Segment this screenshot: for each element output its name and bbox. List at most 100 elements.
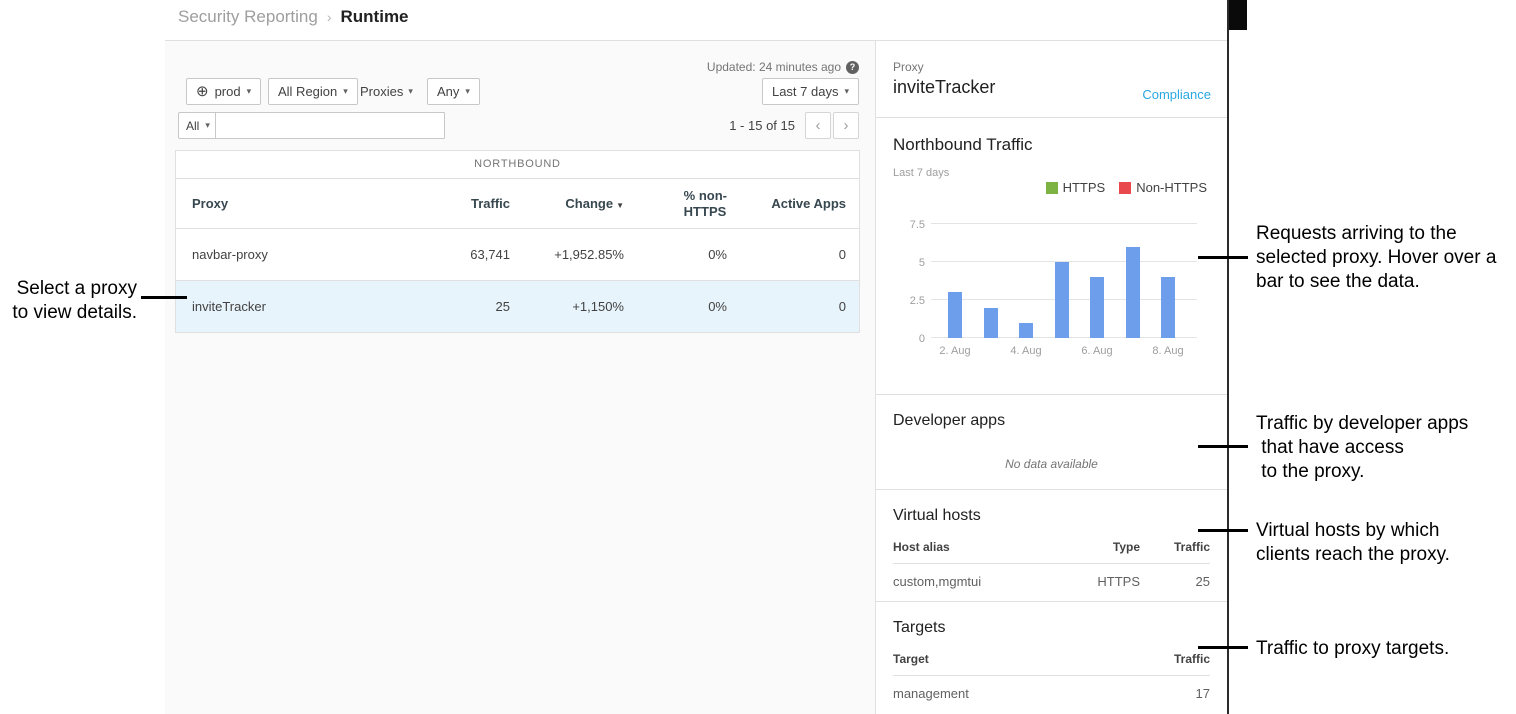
proxy-table: NORTHBOUND Proxy Traffic Change▼ % non- … [175, 150, 860, 333]
virtual-hosts-header-row: Host alias Type Traffic [893, 540, 1210, 564]
proxies-dropdown[interactable]: Proxies ▾ [360, 78, 413, 105]
chart-bar-7-aug[interactable] [1126, 247, 1140, 338]
region-dropdown-label: All Region [278, 84, 337, 99]
chart-y-tick-label: 5 [895, 257, 925, 269]
https-legend-label: HTTPS [1063, 180, 1106, 195]
column-header-target: Target [893, 652, 1140, 666]
callout-virtual-hosts: Virtual hosts by which clients reach the… [1256, 519, 1450, 567]
cell-change: +1,952.85% [510, 247, 624, 262]
proxy-detail-panel: Proxy inviteTracker Compliance Northboun… [875, 41, 1227, 714]
main-panel: Updated: 24 minutes ago ? ⊕ prod ▾ All R… [165, 41, 875, 714]
column-header-type: Type [1060, 540, 1140, 554]
callout-line-text: Select a proxy [0, 277, 137, 301]
cell-traffic: 17 [1140, 686, 1210, 701]
search-input[interactable] [215, 112, 445, 139]
callout-line-text: Traffic to proxy targets. [1256, 637, 1449, 661]
developer-apps-title: Developer apps [893, 412, 1210, 430]
search-scope-label: All [186, 119, 199, 133]
table-row-navbar-proxy[interactable]: navbar-proxy 63,741 +1,952.85% 0% 0 [176, 229, 859, 281]
detail-header-section: Proxy inviteTracker Compliance [876, 41, 1227, 118]
callout-targets: Traffic to proxy targets. [1256, 637, 1449, 661]
column-header-traffic[interactable]: Traffic [410, 196, 510, 211]
cell-active-apps: 0 [727, 247, 859, 262]
column-header-traffic: Traffic [1140, 540, 1210, 554]
column-header-traffic: Traffic [1140, 652, 1210, 666]
table-row-invitetracker-selected[interactable]: inviteTracker 25 +1,150% 0% 0 [176, 281, 859, 332]
cell-proxy-name: inviteTracker [176, 299, 410, 314]
callout-pointer-line [1198, 529, 1248, 532]
screen: Security Reporting › Runtime Updated: 24… [0, 0, 1516, 714]
pagination: 1 - 15 of 15 ‹ › [729, 112, 859, 139]
date-range-dropdown[interactable]: Last 7 days ▾ [762, 78, 859, 105]
callout-line-text: Requests arriving to the [1256, 222, 1496, 246]
non-https-legend-swatch-icon [1119, 182, 1131, 194]
chart-bar-8-aug[interactable] [1161, 277, 1175, 338]
chart-y-tick-label: 7.5 [895, 219, 925, 231]
column-header-active-apps[interactable]: Active Apps [727, 196, 859, 211]
targets-section: Targets Target Traffic management 17 [876, 602, 1227, 714]
updated-label: Updated: 24 minutes ago [707, 60, 841, 74]
breadcrumb: Security Reporting › Runtime [178, 7, 409, 27]
cell-active-apps: 0 [727, 299, 859, 314]
column-header-change[interactable]: Change▼ [510, 196, 624, 211]
date-range-label: Last 7 days [772, 84, 839, 99]
chevron-down-icon: ▾ [844, 86, 849, 97]
chart-x-tick-label: 6. Aug [1081, 345, 1112, 357]
cell-traffic: 25 [1140, 574, 1210, 589]
proxy-label: Proxy [893, 60, 1210, 74]
cell-type: HTTPS [1060, 574, 1140, 589]
https-legend-swatch-icon [1046, 182, 1058, 194]
target-row: management 17 [893, 676, 1210, 701]
non-https-legend-label: Non-HTTPS [1136, 180, 1207, 195]
cell-traffic: 25 [410, 299, 510, 314]
column-header-non-https[interactable]: % non- HTTPS [624, 188, 727, 220]
compliance-link[interactable]: Compliance [1142, 87, 1211, 102]
callout-line-text: that have access [1256, 436, 1468, 460]
page-title: Runtime [341, 7, 409, 27]
chart-bar-5-aug[interactable] [1055, 262, 1069, 338]
chart-bar-6-aug[interactable] [1090, 277, 1104, 338]
callout-select-proxy: Select a proxy to view details. [0, 277, 137, 325]
column-header-change-label: Change [565, 196, 613, 211]
chevron-down-icon: ▾ [465, 86, 470, 97]
breadcrumb-parent[interactable]: Security Reporting [178, 7, 318, 27]
breadcrumb-separator-icon: › [327, 9, 332, 25]
screenshot-frame-line [1227, 0, 1229, 714]
pagination-range-label: 1 - 15 of 15 [729, 118, 795, 133]
environment-dropdown[interactable]: ⊕ prod ▾ [186, 78, 261, 105]
chart-x-tick-label: 8. Aug [1152, 345, 1183, 357]
developer-apps-empty-state: No data available [893, 457, 1210, 471]
targets-title: Targets [893, 619, 1210, 637]
developer-apps-section: Developer apps No data available [876, 395, 1227, 490]
callout-line-text: Traffic by developer apps [1256, 412, 1468, 436]
environment-dropdown-label: prod [215, 84, 241, 99]
table-group-header-northbound: NORTHBOUND [176, 151, 859, 179]
callout-line-text: selected proxy. Hover over a [1256, 246, 1496, 270]
chart-gridline [931, 223, 1197, 224]
virtual-hosts-title: Virtual hosts [893, 507, 1210, 525]
cell-host-alias: custom,mgmtui [893, 574, 1060, 589]
callout-line-text: bar to see the data. [1256, 270, 1496, 294]
chart-y-tick-label: 2.5 [895, 295, 925, 307]
legend-item-https: HTTPS [1046, 180, 1106, 195]
help-icon[interactable]: ? [846, 61, 859, 74]
chart-bar-4-aug[interactable] [1019, 323, 1033, 338]
next-page-button[interactable]: › [833, 112, 859, 139]
region-dropdown[interactable]: All Region ▾ [268, 78, 358, 105]
callout-line-text: to the proxy. [1256, 460, 1468, 484]
cell-non-https: 0% [624, 299, 727, 314]
search-scope-dropdown[interactable]: All ▾ [178, 112, 218, 139]
table-header-row: Proxy Traffic Change▼ % non- HTTPS Activ… [176, 179, 859, 229]
chart-bar-3-aug[interactable] [984, 308, 998, 338]
chart-legend: HTTPS Non-HTTPS [1046, 180, 1207, 195]
cell-change: +1,150% [510, 299, 624, 314]
callout-pointer-line [1198, 445, 1248, 448]
any-filter-dropdown[interactable]: Any ▾ [427, 78, 480, 105]
previous-page-button[interactable]: ‹ [805, 112, 831, 139]
chart-bar-2-aug[interactable] [948, 292, 962, 338]
column-header-proxy[interactable]: Proxy [176, 196, 410, 211]
chevron-down-icon: ▾ [205, 120, 210, 131]
callout-line-text: Virtual hosts by which [1256, 519, 1450, 543]
northbound-traffic-section: Northbound Traffic Last 7 days HTTPS Non… [876, 118, 1227, 395]
any-filter-label: Any [437, 84, 459, 99]
